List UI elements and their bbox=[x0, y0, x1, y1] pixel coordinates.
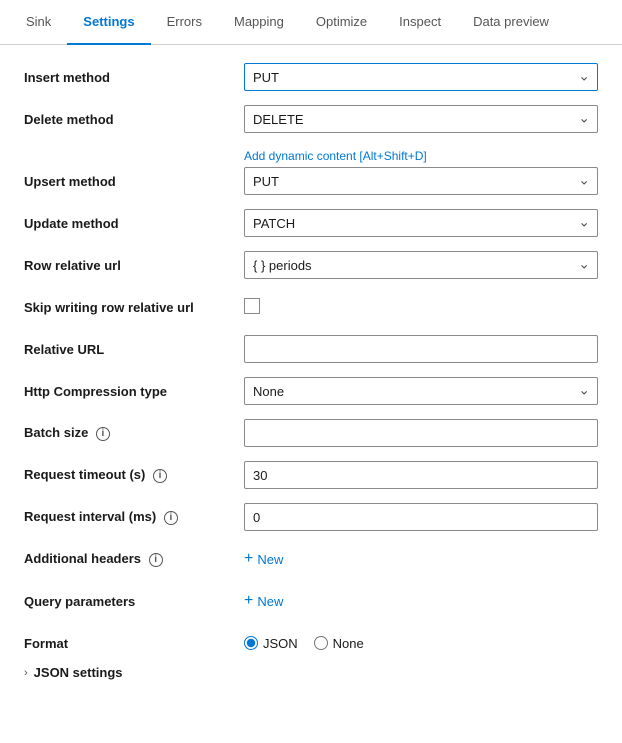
delete-method-row: Delete method DELETE PUT POST bbox=[24, 105, 598, 133]
insert-method-row: Insert method PUT POST PATCH bbox=[24, 63, 598, 91]
skip-writing-control bbox=[244, 298, 598, 317]
delete-method-label: Delete method bbox=[24, 112, 244, 127]
request-interval-input[interactable] bbox=[244, 503, 598, 531]
skip-writing-row: Skip writing row relative url bbox=[24, 293, 598, 321]
update-method-select-wrapper: PATCH PUT POST bbox=[244, 209, 598, 237]
request-timeout-label: Request timeout (s) i bbox=[24, 467, 244, 483]
http-compression-row: Http Compression type None gzip deflate bbox=[24, 377, 598, 405]
tab-errors[interactable]: Errors bbox=[151, 0, 218, 45]
batch-size-input[interactable] bbox=[244, 419, 598, 447]
relative-url-row: Relative URL bbox=[24, 335, 598, 363]
settings-content: Insert method PUT POST PATCH Delete meth… bbox=[0, 45, 622, 698]
format-row: Format JSON None bbox=[24, 629, 598, 657]
request-interval-row: Request interval (ms) i bbox=[24, 503, 598, 531]
tab-sink[interactable]: Sink bbox=[10, 0, 67, 45]
additional-headers-info-icon: i bbox=[149, 553, 163, 567]
format-none-radio[interactable] bbox=[314, 636, 328, 650]
row-relative-url-select-wrapper: { } periods bbox=[244, 251, 598, 279]
batch-size-control bbox=[244, 419, 598, 447]
format-json-radio[interactable] bbox=[244, 636, 258, 650]
relative-url-control bbox=[244, 335, 598, 363]
request-timeout-row: Request timeout (s) i bbox=[24, 461, 598, 489]
request-interval-label: Request interval (ms) i bbox=[24, 509, 244, 525]
format-label: Format bbox=[24, 636, 244, 651]
update-method-control: PATCH PUT POST bbox=[244, 209, 598, 237]
tab-mapping[interactable]: Mapping bbox=[218, 0, 300, 45]
json-settings-row[interactable]: › JSON settings bbox=[24, 665, 598, 680]
insert-method-label: Insert method bbox=[24, 70, 244, 85]
skip-writing-label: Skip writing row relative url bbox=[24, 300, 244, 315]
request-timeout-info-icon: i bbox=[153, 469, 167, 483]
request-timeout-control bbox=[244, 461, 598, 489]
format-control: JSON None bbox=[244, 636, 598, 651]
tab-bar: Sink Settings Errors Mapping Optimize In… bbox=[0, 0, 622, 45]
batch-size-info-icon: i bbox=[96, 427, 110, 441]
format-json-text: JSON bbox=[263, 636, 298, 651]
format-none-text: None bbox=[333, 636, 364, 651]
update-method-row: Update method PATCH PUT POST bbox=[24, 209, 598, 237]
row-relative-url-row: Row relative url { } periods bbox=[24, 251, 598, 279]
query-parameters-new-button[interactable]: + New bbox=[244, 592, 283, 610]
row-relative-url-control: { } periods bbox=[244, 251, 598, 279]
update-method-select[interactable]: PATCH PUT POST bbox=[244, 209, 598, 237]
request-interval-info-icon: i bbox=[164, 511, 178, 525]
relative-url-input[interactable] bbox=[244, 335, 598, 363]
delete-method-control: DELETE PUT POST bbox=[244, 105, 598, 133]
additional-headers-label: Additional headers i bbox=[24, 551, 244, 567]
plus-icon: + bbox=[244, 550, 253, 568]
json-settings-label: JSON settings bbox=[34, 665, 123, 680]
plus-icon-2: + bbox=[244, 592, 253, 610]
tab-optimize[interactable]: Optimize bbox=[300, 0, 383, 45]
upsert-method-label: Upsert method bbox=[24, 174, 244, 189]
row-relative-url-select[interactable]: { } periods bbox=[244, 251, 598, 279]
query-parameters-control: + New bbox=[244, 592, 598, 610]
tab-inspect[interactable]: Inspect bbox=[383, 0, 457, 45]
request-interval-control bbox=[244, 503, 598, 531]
upsert-method-select-wrapper: PUT POST PATCH bbox=[244, 167, 598, 195]
http-compression-control: None gzip deflate bbox=[244, 377, 598, 405]
chevron-right-icon: › bbox=[24, 667, 28, 679]
update-method-label: Update method bbox=[24, 216, 244, 231]
relative-url-label: Relative URL bbox=[24, 342, 244, 357]
query-parameters-label: Query parameters bbox=[24, 594, 244, 609]
request-timeout-input[interactable] bbox=[244, 461, 598, 489]
insert-method-control: PUT POST PATCH bbox=[244, 63, 598, 91]
http-compression-label: Http Compression type bbox=[24, 384, 244, 399]
insert-method-select-wrapper: PUT POST PATCH bbox=[244, 63, 598, 91]
upsert-method-row: Upsert method PUT POST PATCH bbox=[24, 167, 598, 195]
additional-headers-control: + New bbox=[244, 550, 598, 568]
query-parameters-new-label: New bbox=[257, 594, 283, 609]
upsert-method-control: PUT POST PATCH bbox=[244, 167, 598, 195]
skip-writing-checkbox[interactable] bbox=[244, 298, 260, 314]
tab-settings[interactable]: Settings bbox=[67, 0, 150, 45]
batch-size-row: Batch size i bbox=[24, 419, 598, 447]
additional-headers-row: Additional headers i + New bbox=[24, 545, 598, 573]
additional-headers-new-label: New bbox=[257, 552, 283, 567]
insert-method-select[interactable]: PUT POST PATCH bbox=[244, 63, 598, 91]
delete-method-select-wrapper: DELETE PUT POST bbox=[244, 105, 598, 133]
dynamic-content-link[interactable]: Add dynamic content [Alt+Shift+D] bbox=[244, 149, 427, 163]
tab-data-preview[interactable]: Data preview bbox=[457, 0, 565, 45]
http-compression-select-wrapper: None gzip deflate bbox=[244, 377, 598, 405]
format-radio-group: JSON None bbox=[244, 636, 598, 651]
delete-method-select[interactable]: DELETE PUT POST bbox=[244, 105, 598, 133]
http-compression-select[interactable]: None gzip deflate bbox=[244, 377, 598, 405]
batch-size-label: Batch size i bbox=[24, 425, 244, 441]
format-json-radio-label[interactable]: JSON bbox=[244, 636, 298, 651]
additional-headers-new-button[interactable]: + New bbox=[244, 550, 283, 568]
row-relative-url-label: Row relative url bbox=[24, 258, 244, 273]
query-parameters-row: Query parameters + New bbox=[24, 587, 598, 615]
upsert-method-select[interactable]: PUT POST PATCH bbox=[244, 167, 598, 195]
format-none-radio-label[interactable]: None bbox=[314, 636, 364, 651]
